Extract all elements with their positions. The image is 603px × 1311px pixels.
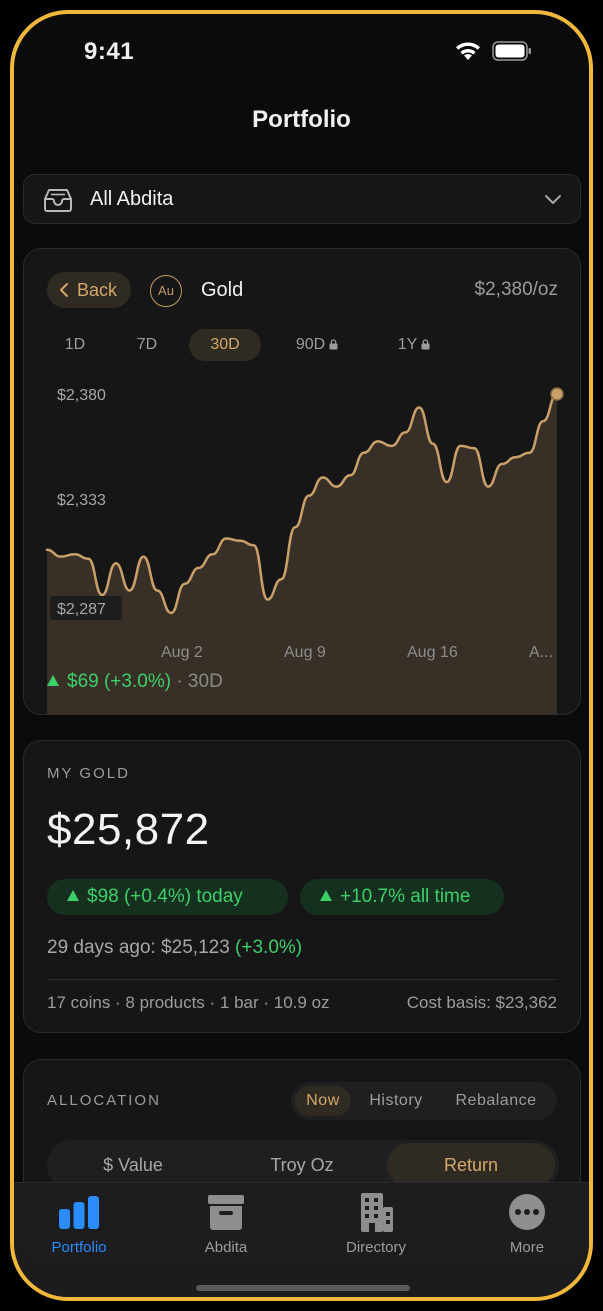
account-selector[interactable]: All Abdita <box>23 174 581 224</box>
tab-portfolio[interactable]: Portfolio <box>24 1193 134 1256</box>
wifi-icon <box>456 42 480 60</box>
past-value-row: 29 days ago: $25,123 (+3.0%) <box>47 937 302 959</box>
holdings-summary: 17 coins · 8 products · 1 bar · 10.9 oz <box>47 993 330 1012</box>
allocation-view-tabs: Now History Rebalance <box>291 1082 557 1120</box>
tab-bar: Portfolio Abdita Directory More <box>14 1182 589 1297</box>
back-label: Back <box>77 280 118 300</box>
price-change-value: $69 (+3.0%) <box>67 671 172 692</box>
range-tab-7d[interactable]: 7D <box>124 329 170 361</box>
range-tab-label: 1D <box>64 336 86 353</box>
back-button[interactable]: Back <box>47 272 131 308</box>
phone-frame: 9:41 Portfolio All Abdita Back Au Gold $… <box>10 10 593 1301</box>
chevron-left-icon <box>60 283 68 297</box>
range-tab-label: 30D <box>210 336 240 353</box>
y-tick-label: $2,287 <box>57 601 106 618</box>
tab-label: Abdita <box>204 1239 248 1256</box>
page-title: Portfolio <box>252 106 351 133</box>
tab-rebalance[interactable]: Rebalance <box>443 1086 549 1116</box>
tab-label: Portfolio <box>51 1239 107 1256</box>
x-tick-label: Aug 2 <box>161 644 203 661</box>
today-change-text: $98 (+0.4%) today <box>87 886 243 907</box>
chevron-down-icon <box>545 195 561 204</box>
allocation-label: ALLOCATION <box>47 1092 161 1109</box>
my-gold-label: MY GOLD <box>47 765 130 782</box>
lock-icon <box>329 339 338 350</box>
tab-more[interactable]: More <box>472 1193 582 1256</box>
range-tab-label: 1Y <box>397 336 418 353</box>
tab-history[interactable]: History <box>357 1086 435 1116</box>
past-value-text: 29 days ago: $25,123 <box>47 937 230 958</box>
range-tab-30d[interactable]: 30D <box>189 329 261 361</box>
account-selector-label: All Abdita <box>90 188 174 210</box>
metal-name: Gold <box>201 279 244 301</box>
x-tick-label: A... <box>529 644 553 661</box>
ellipsis-circle-icon <box>509 1194 545 1230</box>
y-tick-label: $2,380 <box>57 387 106 404</box>
range-tab-label: 90D <box>295 336 326 353</box>
all-time-change-pill: +10.7% all time <box>300 879 504 915</box>
tab-label: More <box>509 1239 545 1256</box>
cost-basis: Cost basis: $23,362 <box>406 993 557 1012</box>
building-icon <box>361 1193 393 1232</box>
triangle-up-icon <box>67 890 79 901</box>
metal-chart-card: Back Au Gold $2,380/oz 1D 7D 30D 90D 1Y … <box>23 248 581 715</box>
chart-end-point <box>550 387 564 401</box>
range-tab-1y[interactable]: 1Y <box>384 329 444 361</box>
tab-abdita[interactable]: Abdita <box>171 1193 281 1256</box>
status-time: 9:41 <box>84 38 135 65</box>
segment-return[interactable]: Return <box>387 1143 555 1187</box>
range-tab-90d[interactable]: 90D <box>282 329 352 361</box>
chart-area-fill <box>47 394 557 714</box>
triangle-up-icon <box>47 675 59 686</box>
price-change-period: · 30D <box>176 671 223 692</box>
price-change-row: $69 (+3.0%) · 30D <box>47 671 223 693</box>
gold-symbol-badge: Au <box>150 275 182 307</box>
lock-icon <box>421 339 430 350</box>
holdings-value: $25,872 <box>47 805 210 854</box>
tab-directory[interactable]: Directory <box>321 1193 431 1256</box>
battery-icon <box>492 41 531 61</box>
inbox-tray-icon <box>44 189 72 212</box>
home-indicator <box>196 1285 410 1291</box>
today-change-pill: $98 (+0.4%) today <box>47 879 288 915</box>
range-tab-label: 7D <box>136 336 158 353</box>
all-time-change-text: +10.7% all time <box>340 886 471 907</box>
archive-box-icon <box>208 1195 244 1230</box>
tab-label: Directory <box>345 1239 406 1256</box>
my-gold-card: MY GOLD $25,872 $98 (+0.4%) today +10.7%… <box>23 740 581 1033</box>
status-bar: 9:41 <box>14 14 589 84</box>
divider <box>47 979 557 980</box>
x-tick-label: Aug 16 <box>407 644 458 661</box>
past-value-change: (+3.0%) <box>235 937 303 958</box>
triangle-up-icon <box>320 890 332 901</box>
y-tick-label: $2,333 <box>57 492 106 509</box>
price-per-oz: $2,380/oz <box>474 279 558 300</box>
tab-now[interactable]: Now <box>295 1086 351 1116</box>
segment-troy-oz[interactable]: Troy Oz <box>219 1143 385 1187</box>
segment-value[interactable]: $ Value <box>50 1143 216 1187</box>
price-area-chart[interactable]: $2,380 $2,333 $2,287 Aug 2 Aug 9 Aug 16 … <box>24 379 581 715</box>
x-tick-label: Aug 9 <box>284 644 326 661</box>
bar-chart-icon <box>59 1196 99 1229</box>
range-tab-1d[interactable]: 1D <box>52 329 98 361</box>
